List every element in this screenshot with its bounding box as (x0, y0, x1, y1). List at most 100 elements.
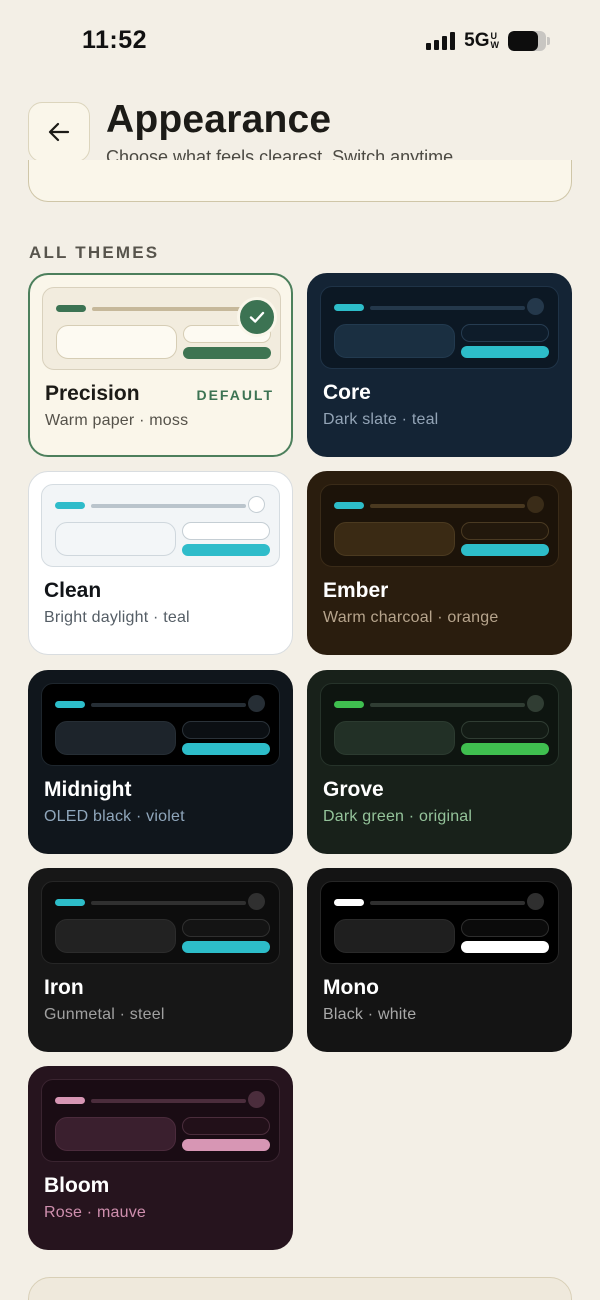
preview-accent-button (182, 941, 270, 953)
battery-level (508, 31, 539, 51)
preview-block (334, 324, 455, 358)
preview-block (334, 919, 455, 953)
status-indicators: 5G U W (426, 28, 550, 54)
page-title: Appearance (106, 98, 332, 141)
preview-accent-bar (55, 899, 85, 906)
theme-description: Dark green · original (323, 808, 473, 825)
previous-section-card (28, 160, 572, 202)
default-badge: DEFAULT (196, 387, 274, 403)
preview-accent-button (182, 1139, 270, 1151)
preview-accent-bar (334, 304, 364, 311)
preview-small-block (461, 721, 549, 739)
network-label: 5G (464, 30, 490, 51)
preview-small-block (182, 919, 270, 937)
theme-card-iron[interactable]: Iron Gunmetal · steel (28, 868, 293, 1052)
theme-name: Midnight (44, 778, 132, 801)
preview-block (334, 721, 455, 755)
preview-accent-bar (56, 305, 86, 312)
preview-dot (248, 893, 265, 910)
theme-preview (41, 1079, 280, 1162)
theme-preview (320, 881, 559, 964)
theme-card-ember[interactable]: Ember Warm charcoal · orange (307, 471, 572, 655)
theme-description: Rose · mauve (44, 1204, 146, 1221)
next-section-card (28, 1277, 572, 1300)
preview-accent-bar (334, 899, 364, 906)
status-bar: 11:52 5G U W (0, 0, 600, 80)
theme-description: Black · white (323, 1006, 417, 1023)
theme-description: Gunmetal · steel (44, 1006, 165, 1023)
preview-accent-bar (55, 701, 85, 708)
theme-name: Iron (44, 976, 84, 999)
preview-line (91, 703, 246, 707)
theme-name: Core (323, 381, 371, 404)
status-time: 11:52 (82, 26, 148, 54)
preview-line (91, 504, 246, 508)
preview-accent-button (182, 743, 270, 755)
theme-card-grove[interactable]: Grove Dark green · original (307, 670, 572, 854)
theme-preview (41, 484, 280, 567)
preview-accent-button (461, 346, 549, 358)
preview-small-block (182, 721, 270, 739)
preview-dot (527, 298, 544, 315)
preview-accent-button (461, 544, 549, 556)
preview-accent-button (182, 544, 270, 556)
preview-dot (527, 893, 544, 910)
preview-small-block (182, 522, 270, 540)
preview-line (370, 901, 525, 905)
theme-preview (320, 286, 559, 369)
preview-line (92, 307, 247, 311)
preview-dot (248, 496, 265, 513)
theme-card-midnight[interactable]: Midnight OLED black · violet (28, 670, 293, 854)
preview-block (55, 1117, 176, 1151)
preview-block (55, 919, 176, 953)
preview-block (55, 721, 176, 755)
preview-line (91, 1099, 246, 1103)
preview-small-block (461, 919, 549, 937)
preview-block (55, 522, 176, 556)
preview-small-block (461, 324, 549, 342)
theme-description: Dark slate · teal (323, 411, 439, 428)
theme-card-clean[interactable]: Clean Bright daylight · teal (28, 471, 293, 655)
preview-dot (248, 695, 265, 712)
battery-icon (508, 31, 550, 51)
theme-description: Warm charcoal · orange (323, 609, 499, 626)
back-button[interactable] (28, 102, 90, 162)
preview-line (370, 703, 525, 707)
theme-card-bloom[interactable]: Bloom Rose · mauve (28, 1066, 293, 1250)
network-type: 5G U W (464, 30, 499, 52)
preview-dot (248, 1091, 265, 1108)
arrow-left-icon (48, 122, 70, 142)
preview-block (334, 522, 455, 556)
preview-small-block (461, 522, 549, 540)
preview-accent-bar (334, 502, 364, 509)
theme-name: Bloom (44, 1174, 110, 1197)
preview-accent-button (461, 941, 549, 953)
theme-preview (320, 484, 559, 567)
theme-preview (320, 683, 559, 766)
preview-small-block (182, 1117, 270, 1135)
preview-dot (527, 496, 544, 513)
preview-accent-button (461, 743, 549, 755)
network-sup: U W (490, 31, 500, 50)
theme-card-mono[interactable]: Mono Black · white (307, 868, 572, 1052)
preview-accent-bar (55, 502, 85, 509)
preview-line (370, 306, 525, 310)
theme-preview (41, 683, 280, 766)
preview-accent-bar (334, 701, 364, 708)
theme-name: Precision (45, 382, 140, 405)
theme-description: Bright daylight · teal (44, 609, 190, 626)
theme-card-core[interactable]: Core Dark slate · teal (307, 273, 572, 457)
preview-accent-bar (55, 1097, 85, 1104)
theme-preview (41, 881, 280, 964)
theme-description: OLED black · violet (44, 808, 185, 825)
theme-description: Warm paper · moss (45, 412, 189, 429)
theme-name: Ember (323, 579, 389, 602)
preview-line (91, 901, 246, 905)
theme-name: Mono (323, 976, 379, 999)
cellular-signal-icon (426, 32, 456, 50)
section-label-all-themes: ALL THEMES (29, 243, 160, 262)
theme-name: Grove (323, 778, 384, 801)
theme-card-precision[interactable]: Precision Warm paper · moss DEFAULT (28, 273, 293, 457)
theme-name: Clean (44, 579, 102, 602)
preview-dot (527, 695, 544, 712)
